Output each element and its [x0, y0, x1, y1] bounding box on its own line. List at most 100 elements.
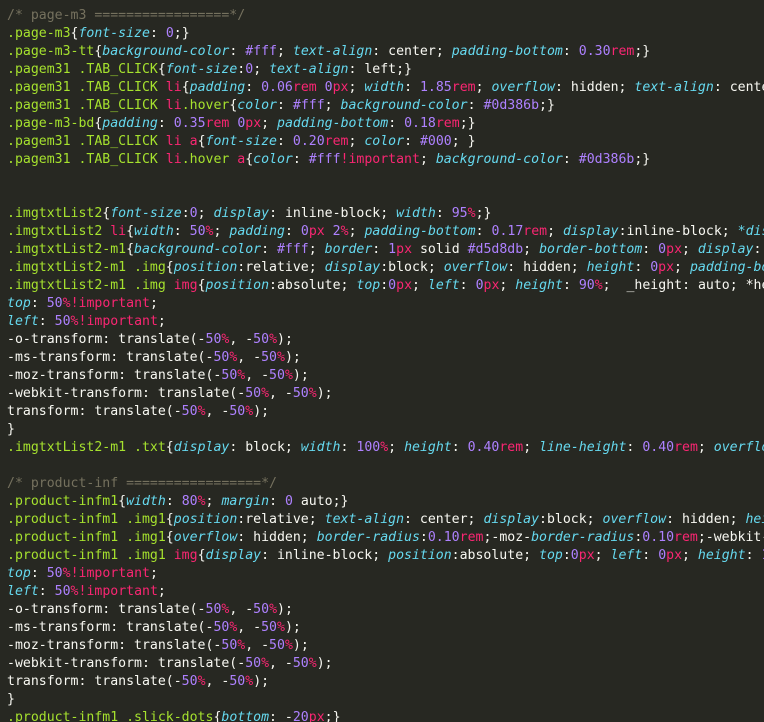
code-editor[interactable]: /* page-m3 =================*/.page-m3{f… [0, 0, 764, 722]
code-token: padding [229, 224, 285, 239]
code-token: ); [292, 368, 309, 383]
code-token: rem [459, 530, 484, 545]
code-token: : [380, 278, 389, 293]
code-token: { [245, 152, 254, 167]
code-token: 50 [54, 584, 71, 599]
code-token: : [165, 494, 182, 509]
code-line: .imgtxtList2-m1{background-color: #fff; … [7, 241, 764, 259]
code-line: left: 50%!important; [7, 583, 166, 601]
code-token: % [205, 224, 214, 239]
code-token: 50 [189, 224, 206, 239]
code-line: .pagem31 .TAB_CLICK li{padding: 0.06rem … [7, 79, 764, 97]
code-token: 0 [658, 242, 667, 257]
code-token: width [300, 440, 341, 455]
code-token: 0 [165, 26, 174, 41]
code-token: !important [70, 566, 150, 581]
code-line: } [7, 691, 15, 709]
code-token: : [229, 44, 246, 59]
code-token: % [380, 440, 389, 455]
code-token: ); [253, 404, 270, 419]
code-token: px [666, 242, 683, 257]
code-token: { [126, 224, 135, 239]
code-token: border [324, 242, 373, 257]
code-token: : inline-block; [269, 206, 397, 221]
code-token: } [7, 692, 15, 707]
code-token: line-height [539, 440, 627, 455]
code-token: : [562, 548, 571, 563]
code-token: 50 [213, 350, 230, 365]
code-line: .pagem31 .TAB_CLICK{font-size:0; text-al… [7, 61, 412, 79]
code-token: : [642, 548, 659, 563]
code-token: padding-bottom [451, 44, 563, 59]
code-token: ;} [539, 98, 555, 113]
code-token: ); [316, 656, 333, 671]
code-token: ); [284, 620, 301, 635]
code-token: top [539, 548, 563, 563]
code-token: , - [245, 368, 270, 383]
code-token: li [165, 98, 182, 113]
code-line: .pagem31 .TAB_CLICK li a{font-size: 0.20… [7, 133, 476, 151]
code-token: height [515, 278, 563, 293]
code-token: ; [594, 548, 611, 563]
code-token: top [356, 278, 381, 293]
code-token: ; [682, 242, 698, 257]
code-line: /* page-m3 =================*/ [7, 7, 245, 25]
code-token: width [134, 224, 174, 239]
code-token: : [626, 440, 643, 455]
code-token: img [173, 278, 198, 293]
code-token: img [173, 548, 198, 563]
code-token: rem [499, 440, 524, 455]
code-token: { [126, 242, 135, 257]
code-token: rem [674, 440, 698, 455]
code-token: !important [78, 584, 158, 599]
code-token: : [451, 440, 468, 455]
code-token: : - [269, 710, 293, 722]
code-token: -o-transform: translate(- [7, 332, 206, 347]
code-token: color [237, 98, 277, 113]
code-token: % [284, 368, 293, 383]
code-line: -moz-transform: translate(-50%, -50%); [7, 367, 309, 385]
code-token: 2 [332, 224, 341, 239]
code-token: : [404, 80, 420, 95]
code-token: : [284, 224, 301, 239]
code-token: ; _height: auto; *height: auto; [602, 278, 764, 293]
code-token: -webkit-transform: translate(- [7, 656, 246, 671]
code-line: transform: translate(-50%, -50%); [7, 403, 269, 421]
code-token: 0 [475, 278, 484, 293]
code-token: , - [205, 674, 230, 689]
code-token: rem [523, 224, 548, 239]
code-token: ; [205, 494, 222, 509]
code-token: rem [674, 530, 698, 545]
code-token: height [586, 260, 635, 275]
code-token: 50 [269, 368, 285, 383]
code-token: % [284, 638, 293, 653]
code-token: .page-m3-bd [7, 116, 95, 131]
code-line: .imgtxtList2{font-size:0; display: inlin… [7, 205, 491, 223]
code-token: 1.85 [419, 80, 452, 95]
code-token: 0.18 [404, 116, 436, 131]
code-token: 50 [205, 602, 222, 617]
code-token: .product-infm1 .img1 [7, 548, 174, 563]
code-token: text-align [324, 512, 405, 527]
code-token: overflow [491, 80, 555, 95]
code-token: ; [697, 440, 714, 455]
code-token: : [562, 44, 579, 59]
code-token: 0 [650, 260, 659, 275]
code-token: li a [165, 134, 198, 149]
code-token: 0.40 [467, 440, 500, 455]
code-token: font-size [165, 62, 238, 77]
code-token: 0 [245, 62, 254, 77]
code-token: 0.06 [261, 80, 293, 95]
code-line: /* product-inf =================*/ [7, 475, 277, 493]
code-token: !important [78, 314, 158, 329]
code-line: .imgtxtList2 li{width: 50%; padding: 0px… [7, 223, 764, 241]
code-token: : hidden; [666, 512, 746, 527]
code-token: text-align [269, 62, 349, 77]
code-token: padding-bottom [689, 260, 764, 275]
code-token: ; [419, 152, 436, 167]
code-token: : block;} [753, 242, 762, 257]
code-line: top: 50%!important; [7, 565, 158, 583]
code-token: 0.17 [491, 224, 524, 239]
code-token: px [308, 224, 325, 239]
